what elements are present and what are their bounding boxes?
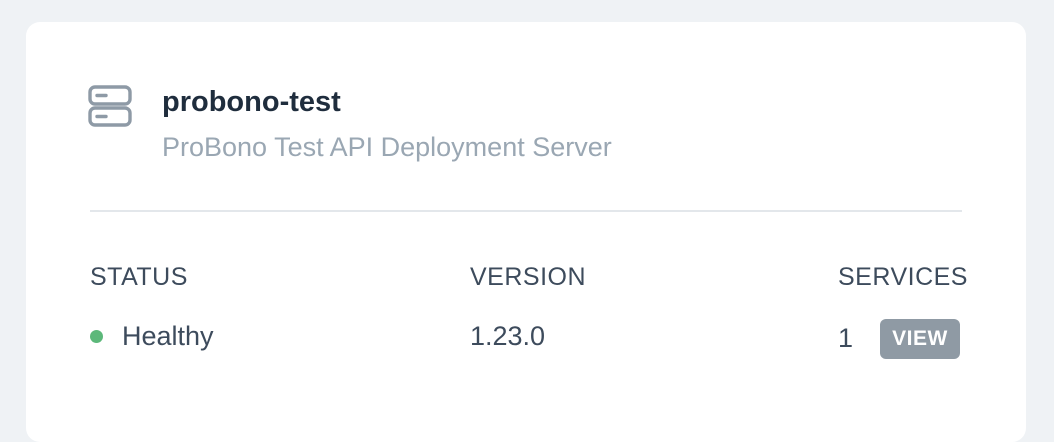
server-description: ProBono Test API Deployment Server <box>162 132 612 162</box>
services-count: 1 <box>838 323 854 353</box>
server-card: probono-test ProBono Test API Deployment… <box>26 22 1026 442</box>
server-name: probono-test <box>162 86 341 118</box>
divider <box>90 210 962 212</box>
status-indicator-dot <box>90 330 103 343</box>
version-value: 1.23.0 <box>470 321 546 351</box>
status-heading: STATUS <box>90 263 188 291</box>
view-services-button[interactable]: VIEW <box>880 319 960 359</box>
server-icon <box>88 85 132 127</box>
status-value: Healthy <box>122 321 214 351</box>
services-heading: SERVICES <box>838 263 968 291</box>
version-heading: VERSION <box>470 263 587 291</box>
